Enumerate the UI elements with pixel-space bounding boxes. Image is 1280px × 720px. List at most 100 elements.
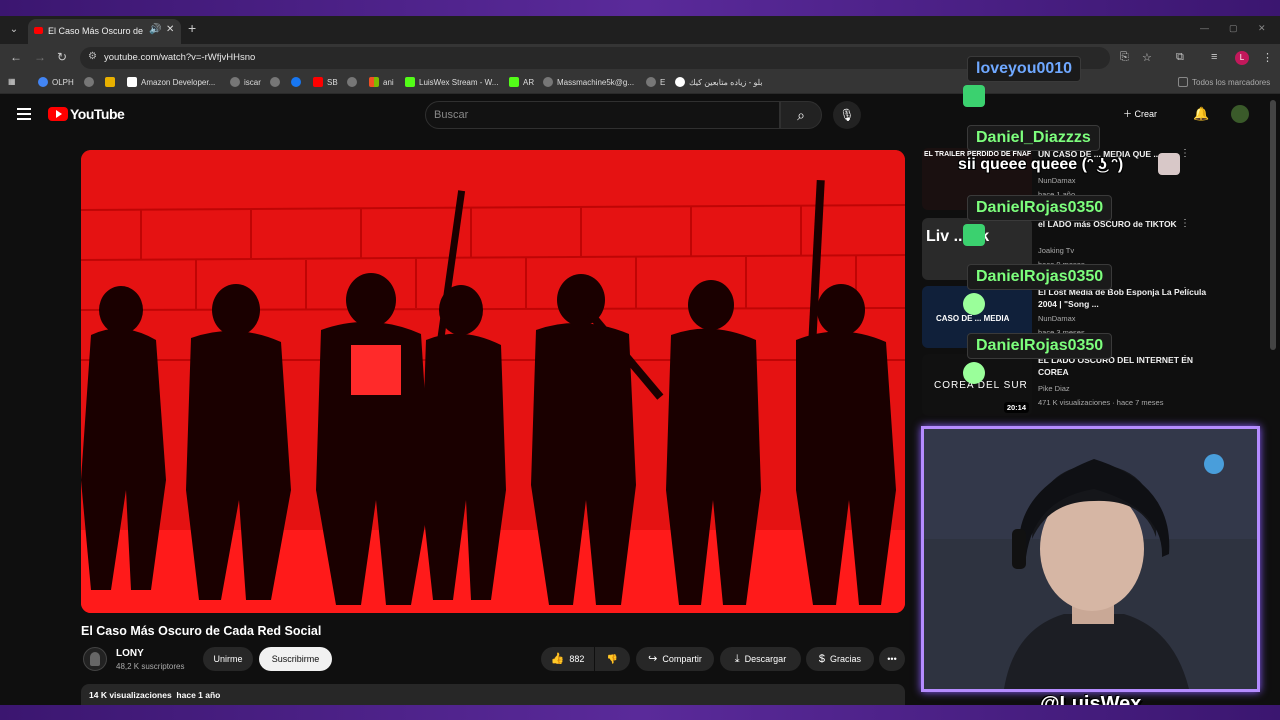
bookmark-item[interactable]: E [646,77,665,87]
notifications-bell-icon[interactable]: 🔔 [1193,106,1209,122]
bookmark-item[interactable]: Amazon Developer... [127,77,215,87]
reload-icon[interactable]: ↻ [57,50,67,64]
webcam-overlay [921,426,1260,692]
menu-kebab-icon[interactable]: ⋮ [1262,51,1273,64]
back-icon[interactable]: ← [10,50,22,64]
recommendation-menu-icon[interactable]: ⋮ [1180,286,1190,297]
hamburger-menu-icon[interactable] [17,108,31,120]
chat-username: DanielRojas0350 [967,333,1113,359]
apps-grid-icon[interactable]: ▦ [8,77,16,86]
minimize-icon[interactable]: — [1200,23,1209,33]
search-box [425,101,780,129]
subscribe-button[interactable]: Suscribirme [259,647,332,671]
chat-username: loveyou0010 [967,56,1082,82]
chat-emote-icon [963,85,985,107]
bookmark-item[interactable]: LuisWex Stream - W... [405,77,498,87]
bookmark-item[interactable]: SB [313,77,338,87]
bookmarks-bar: ▦ OLPH Amazon Developer... iscar SB ani … [0,72,1280,94]
all-bookmarks[interactable]: Todos los marcadores [1178,77,1270,87]
share-button[interactable]: ↪ Compartir [636,647,714,671]
stream-frame-top [0,0,1280,16]
extensions-icon[interactable]: ⧉ [1176,51,1184,64]
chat-emote-icon [963,224,985,246]
site-info-icon[interactable]: ⚙ [88,51,97,62]
thanks-icon: $ [818,653,826,665]
recommendation-channel[interactable]: NunDamax [1038,176,1076,185]
google-icon [38,77,48,87]
video-frame-image [81,150,905,613]
chat-username: DanielRojas0350 [967,264,1113,290]
description-box[interactable]: 14 K visualizaciones hace 1 año [81,684,905,706]
recommendation-channel[interactable]: NunDamax [1038,314,1076,323]
browser-toolbar: ← → ↻ ⚙ youtube.com/watch?v=-rWfjvHHsno … [0,44,1280,72]
bookmark-globe-icon[interactable] [347,77,361,87]
download-icon: ⤓ [734,653,740,665]
browser-tab[interactable]: El Caso Más Oscuro de Cada 🔊 ✕ [28,19,181,44]
youtube-favicon-icon [34,27,43,34]
facebook-icon[interactable] [291,77,305,87]
tab-close-icon[interactable]: ✕ [166,24,174,35]
like-button[interactable]: 👍 882 [541,647,594,671]
thumbs-down-icon: 👎 [606,654,619,664]
stream-frame-bottom [0,705,1280,720]
chat-emote-icon [1158,153,1180,175]
webcam-image [924,429,1257,689]
bookmark-w-icon[interactable] [105,77,119,87]
search-input[interactable] [434,105,764,125]
create-button[interactable]: ＋ Crear [1123,102,1179,126]
download-button[interactable]: ⤓ Descargar [720,647,801,671]
profile-avatar[interactable]: L [1235,51,1249,65]
bookmark-item[interactable]: بلو - زياده متابعين كيك [675,77,763,87]
chat-message: sii queee queee (ᵔ ͜ʖ ᵔ) [958,156,1124,173]
channel-name[interactable]: LONY [116,648,144,659]
page-scrollbar[interactable] [1270,100,1276,350]
maximize-icon[interactable]: ▢ [1229,23,1238,34]
plus-icon: ＋ [1123,109,1135,119]
bookmark-globe-icon[interactable] [270,77,284,87]
recommendation-menu-icon[interactable]: ⋮ [1180,354,1190,365]
bookmark-item[interactable]: ani [369,77,394,87]
audio-playing-icon[interactable]: 🔊 [149,24,161,35]
channel-avatar[interactable] [83,647,107,671]
recommendation-meta: 471 K visualizaciones · hace 7 meses [1038,398,1164,407]
recommendation-menu-icon[interactable]: ⋮ [1180,218,1190,229]
recommendation-channel[interactable]: Pike Diaz [1038,384,1070,393]
more-actions-icon[interactable]: ••• [879,647,905,671]
bookmark-globe-icon[interactable] [84,77,98,87]
new-tab-button[interactable]: + [188,20,196,36]
recommendation-channel[interactable]: Joaking Tv [1038,246,1074,255]
address-bar[interactable]: ⚙ youtube.com/watch?v=-rWfjvHHsno [80,47,1110,69]
account-avatar[interactable] [1231,105,1249,123]
bookmark-item[interactable]: Massmachine5k@g... [543,77,634,87]
url-text: youtube.com/watch?v=-rWfjvHHsno [104,52,256,63]
search-icon[interactable]: ⌕ [780,101,822,129]
microphone-icon[interactable]: 🎙 [833,101,861,129]
dislike-button[interactable]: 👎 [595,647,630,671]
youtube-wordmark[interactable]: YouTube [70,106,125,122]
bookmark-item[interactable]: AR [509,77,534,87]
install-icon[interactable]: ⎘ [1120,51,1129,64]
thanks-button[interactable]: $ Gracias [806,647,874,671]
media-icon[interactable]: ≡ [1211,51,1217,63]
close-window-icon[interactable]: ✕ [1258,23,1266,34]
video-player[interactable] [81,150,905,613]
bookmark-item[interactable]: OLPH [38,77,74,87]
view-stats: 14 K visualizaciones hace 1 año [89,690,221,700]
bookmark-item[interactable]: iscar [230,77,261,87]
chat-emote-icon [963,293,985,315]
recommendation-menu-icon[interactable]: ⋮ [1180,148,1190,159]
bookmark-star-icon[interactable]: ☆ [1142,51,1152,64]
share-icon: ↪ [648,653,658,665]
video-title: El Caso Más Oscuro de Cada Red Social [81,624,322,638]
subscriber-count: 48,2 K suscriptores [116,662,185,671]
thumbs-up-icon: 👍 [550,653,565,665]
chat-emote-icon [963,362,985,384]
browser-tabbar: ⌄ El Caso Más Oscuro de Cada 🔊 ✕ + — ▢ ✕ [0,16,1280,44]
chat-username: DanielRojas0350 [967,195,1113,221]
duration-badge: 20:14 [1003,402,1029,413]
join-button[interactable]: Unirme [203,647,253,671]
chat-username: Daniel_Diazzzs [967,125,1100,151]
forward-icon[interactable]: → [34,50,46,64]
tab-search-icon[interactable]: ⌄ [6,22,22,38]
youtube-logo-icon[interactable] [48,107,68,121]
